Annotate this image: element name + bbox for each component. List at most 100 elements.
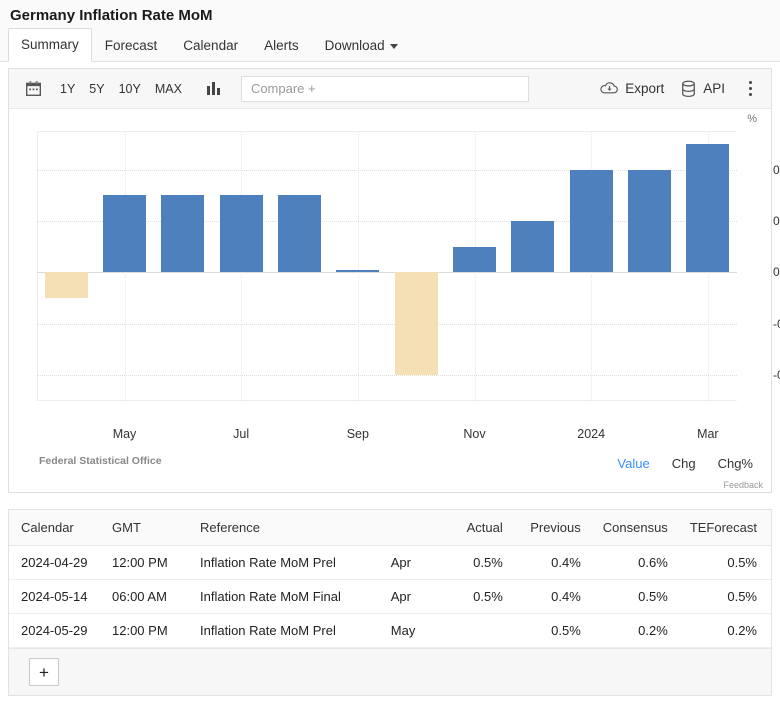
table-row[interactable]: 2024-04-29 12:00 PM Inflation Rate MoM Pre… [9,545,771,580]
chart-unit-label: % [747,113,757,125]
chart-bar[interactable] [161,195,205,273]
header-teforecast[interactable]: TEForecast [681,510,771,546]
tab-download-label: Download [324,38,385,53]
header-actual[interactable]: Actual [438,510,517,546]
tab-calendar[interactable]: Calendar [170,29,251,62]
chart-bar[interactable] [452,246,497,273]
cell-teforecast: 0.5% [681,545,771,580]
tab-forecast[interactable]: Forecast [92,29,171,62]
header-calendar[interactable]: Calendar [9,510,104,546]
bar-chart-icon[interactable] [201,76,227,102]
toggle-value[interactable]: Value [617,456,649,471]
cell-gmt: 12:00 PM [104,545,192,580]
cell-gmt: 06:00 AM [104,579,192,614]
cell-calendar: 2024-05-29 [9,613,104,648]
kebab-dot [748,93,752,96]
chart-bar[interactable] [44,272,88,299]
cell-consensus: 0.6% [594,545,682,580]
tab-summary[interactable]: Summary [8,28,92,62]
toggle-chg-pct[interactable]: Chg% [718,456,753,471]
cell-reference: Inflation Rate MoM Prel [192,545,383,580]
cell-actual [438,613,517,648]
tab-calendar-label: Calendar [183,38,239,53]
range-buttons: 1Y 5Y 10Y MAX [53,78,189,100]
x-axis-tick-label: May [112,427,137,441]
chart-bar[interactable] [511,221,555,273]
calendar-table-wrap: Calendar GMT Reference Actual Previous C… [8,509,772,696]
kebab-dot [748,81,752,84]
cell-period: Apr [382,545,439,580]
x-axis-tick-label: Sep [346,427,369,441]
api-label: API [703,81,725,96]
header-previous[interactable]: Previous [516,510,595,546]
cell-consensus: 0.5% [594,579,682,614]
table-row[interactable]: 2024-05-29 12:00 PM Inflation Rate MoM Pre… [9,613,771,648]
tab-download[interactable]: Download [312,29,411,62]
chart-bar[interactable] [627,169,672,273]
range-10y[interactable]: 10Y [112,78,148,100]
feedback-label[interactable]: Feedback [723,480,763,490]
y-axis-tick-label: 0.00 [773,265,780,280]
table-header-row: Calendar GMT Reference Actual Previous C… [9,510,771,546]
tab-alerts[interactable]: Alerts [251,29,312,62]
cell-teforecast: 0.2% [681,613,771,648]
tab-bar: Summary Forecast Calendar Alerts Downloa… [0,28,780,62]
x-axis-tick-label: Mar [697,427,719,441]
chart-bar[interactable] [219,195,263,273]
chevron-down-icon [389,43,398,49]
header-consensus[interactable]: Consensus [594,510,682,546]
cell-actual: 0.5% [438,579,517,614]
compare-input[interactable] [240,75,529,102]
chart-bar[interactable] [569,169,613,273]
cell-gmt: 12:00 PM [104,613,192,648]
header-reference[interactable]: Reference [192,510,383,546]
chart-bar[interactable] [277,195,322,273]
x-axis-tick-label: 2024 [577,427,606,441]
database-icon [682,80,696,97]
toolbar-actions: Export API [594,76,761,102]
chart-source: Federal Statistical Office [39,455,162,467]
calendar-table: Calendar GMT Reference Actual Previous C… [9,510,771,648]
chart-plot[interactable]: 0.40 0.20 0.00 -0.20 -0.40 May Jul Sep Nov 2024 M… [37,131,780,441]
tab-forecast-label: Forecast [104,38,158,53]
range-5y[interactable]: 5Y [82,78,111,100]
range-1y[interactable]: 1Y [53,78,82,100]
zero-axis-line [37,272,737,274]
range-max[interactable]: MAX [148,78,189,100]
x-axis-tick-label: Nov [463,427,486,441]
add-button[interactable]: + [29,658,59,686]
x-axis-tick-label: Jul [233,427,250,441]
cell-actual: 0.5% [438,545,517,580]
cell-period: Apr [382,579,439,614]
cell-previous: 0.4% [516,579,595,614]
toggle-chg[interactable]: Chg [672,456,696,471]
api-button[interactable]: API [674,76,731,102]
add-row-bar: + [9,648,771,695]
y-axis-tick-label: 0.40 [773,162,780,177]
chart-bar[interactable] [686,143,730,273]
gridline-horizontal [37,375,737,377]
kebab-dot [748,87,752,90]
chart-bar[interactable] [394,272,438,376]
calendar-icon[interactable] [19,75,47,103]
cloud-download-icon [600,82,619,94]
cell-previous: 0.4% [516,545,595,580]
cell-calendar: 2024-05-14 [9,579,104,614]
chart-bar[interactable] [336,269,380,273]
gridline-vertical [357,131,359,401]
page-title: Germany Inflation Rate MoM [0,0,780,28]
table-head: Calendar GMT Reference Actual Previous C… [9,510,771,546]
cell-previous: 0.5% [516,613,595,648]
chart-toolbar: 1Y 5Y 10Y MAX Export [9,69,771,109]
tab-alerts-label: Alerts [264,38,299,53]
cell-period: May [382,613,439,648]
export-button[interactable]: Export [594,76,670,101]
header-gmt[interactable]: GMT [104,510,192,546]
y-axis-tick-label: -0.20 [773,316,780,331]
cell-reference: Inflation Rate MoM Final [192,579,383,614]
chart-bar[interactable] [102,195,147,273]
table-row[interactable]: 2024-05-14 06:00 AM Inflation Rate MoM Fin… [9,579,771,614]
table-body: 2024-04-29 12:00 PM Inflation Rate MoM Pre… [9,545,771,648]
kebab-menu-icon[interactable] [739,76,761,102]
value-toggle-group: Value Chg Chg% [617,456,753,471]
